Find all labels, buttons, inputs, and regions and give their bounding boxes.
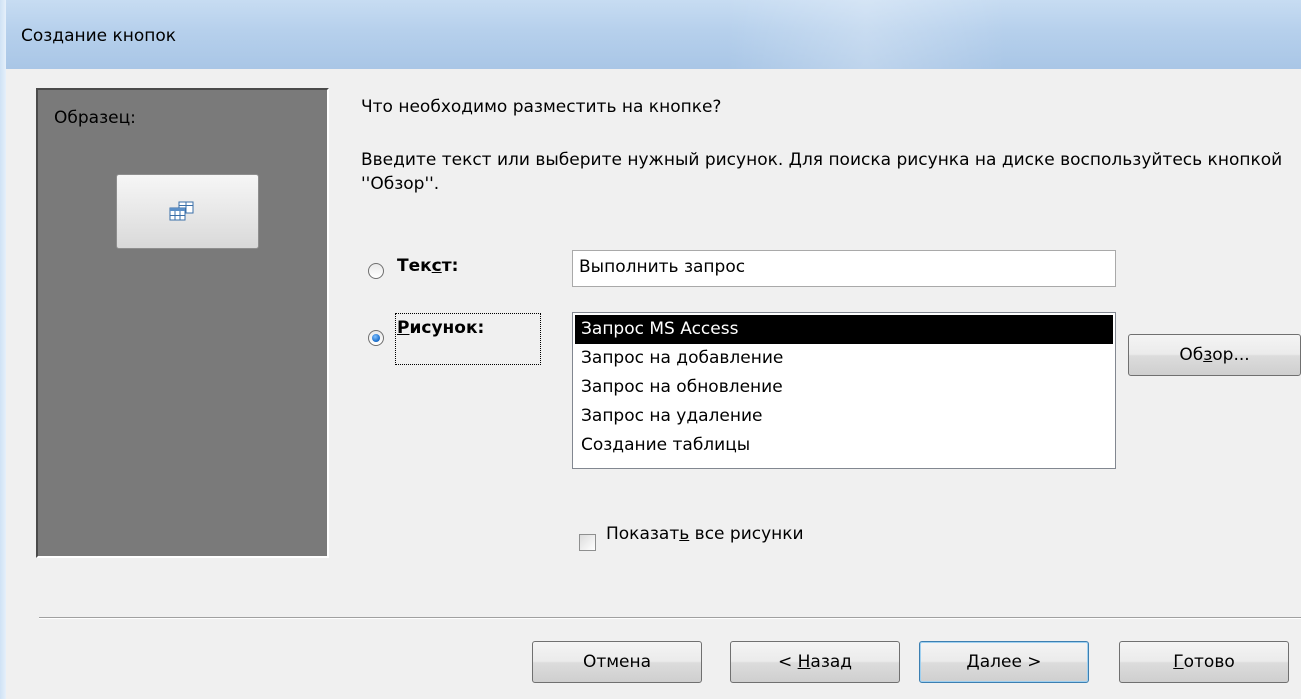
cancel-button[interactable]: Отмена xyxy=(532,641,702,683)
show-all-label-end: все рисунки xyxy=(689,524,804,544)
button-text-field[interactable]: Выполнить запрос xyxy=(572,250,1116,287)
picture-listbox[interactable]: Запрос MS Access Запрос на добавление За… xyxy=(572,312,1116,469)
prompt-instruction: Введите текст или выберите нужный рисуно… xyxy=(361,150,1283,194)
finish-accel: Г xyxy=(1173,652,1184,672)
sample-label: Образец: xyxy=(54,108,136,128)
picture-list-item[interactable]: Запрос MS Access xyxy=(575,315,1113,344)
picture-list-item[interactable]: Создание таблицы xyxy=(575,431,1113,460)
browse-accel: з xyxy=(1203,345,1213,365)
sample-panel: Образец: xyxy=(36,88,329,558)
browse-label-start: Об xyxy=(1179,345,1204,365)
picture-list-item[interactable]: Запрос на удаление xyxy=(575,402,1113,431)
footer-separator xyxy=(39,617,1301,619)
sample-button-preview xyxy=(116,174,259,249)
text-option-label[interactable]: Текст: xyxy=(397,256,458,276)
back-accel: Н xyxy=(797,652,811,672)
show-all-label-start: Показат xyxy=(606,524,680,544)
dialog-body: Образец: Что необходимо разместить на кн… xyxy=(6,69,1301,699)
text-option-label-start: Тек xyxy=(397,256,432,276)
title-bar[interactable]: Создание кнопок xyxy=(6,0,1301,69)
show-all-pictures-label[interactable]: Показать все рисунки xyxy=(606,524,804,544)
picture-list-item[interactable]: Запрос на обновление xyxy=(575,373,1113,402)
picture-option-radio-dot xyxy=(372,334,380,342)
show-all-pictures-checkbox[interactable] xyxy=(579,534,596,551)
query-datasheet-icon xyxy=(169,201,194,221)
back-label-end: азад xyxy=(810,652,853,672)
back-label-start: < xyxy=(777,652,798,672)
text-option-label-end: т: xyxy=(441,256,459,276)
picture-list-item[interactable]: Запрос на добавление xyxy=(575,344,1113,373)
finish-button[interactable]: Готово xyxy=(1119,641,1289,683)
window-title: Создание кнопок xyxy=(21,26,177,46)
title-bar-glint xyxy=(726,0,1006,69)
text-option-radio[interactable] xyxy=(368,263,384,279)
prompt-question: Что необходимо разместить на кнопке? xyxy=(361,97,722,117)
picture-option-accel: Р xyxy=(397,318,410,338)
next-accel: Д xyxy=(966,652,980,672)
text-option-accel: с xyxy=(431,256,442,276)
picture-option-label[interactable]: Рисунок: xyxy=(397,318,484,338)
finish-label-end: отово xyxy=(1183,652,1235,672)
picture-option-radio[interactable] xyxy=(368,330,384,346)
back-button[interactable]: < Назад xyxy=(730,641,900,683)
cancel-label-start: Отмена xyxy=(582,652,652,672)
next-label-end: алее > xyxy=(979,652,1042,672)
browse-label-end: ор... xyxy=(1212,345,1250,365)
browse-button[interactable]: Обзор... xyxy=(1128,334,1301,376)
picture-option-label-end: исунок: xyxy=(409,318,485,338)
show-all-accel: ь xyxy=(679,524,690,544)
next-button[interactable]: Далее > xyxy=(919,641,1089,683)
